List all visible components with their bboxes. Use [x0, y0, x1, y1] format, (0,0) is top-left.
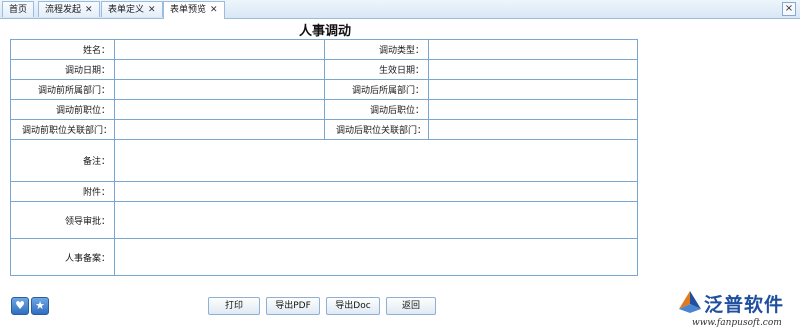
- leader-approval-label: 领导审批：: [10, 201, 115, 239]
- brand-url: www.fanpusoft.com: [692, 318, 782, 328]
- form-row: 人事备案：: [10, 238, 638, 276]
- tab-form-preview[interactable]: 表单预览 ✕: [163, 1, 225, 19]
- export-pdf-button[interactable]: 导出PDF: [266, 297, 320, 315]
- attachment-field[interactable]: [114, 181, 638, 202]
- tab-label: 表单预览: [170, 5, 207, 15]
- brand-name: 泛普软件: [704, 294, 785, 316]
- back-button[interactable]: 返回: [386, 297, 436, 315]
- effective-date-field[interactable]: [428, 59, 638, 80]
- transfer-type-label: 调动类型：: [324, 39, 429, 60]
- form-title: 人事调动: [298, 24, 351, 39]
- brand-logo: 泛普软件 www.fanpusoft.com: [672, 287, 798, 333]
- hr-record-field[interactable]: [114, 238, 638, 276]
- export-doc-button[interactable]: 导出Doc: [326, 297, 380, 315]
- form-row: 备注：: [10, 139, 638, 182]
- close-icon[interactable]: ✕: [85, 5, 93, 15]
- close-icon[interactable]: ✕: [210, 5, 218, 15]
- effective-date-label: 生效日期：: [324, 59, 429, 80]
- position-before-field[interactable]: [114, 99, 325, 120]
- attachment-label: 附件：: [10, 181, 115, 202]
- remark-label: 备注：: [10, 139, 115, 182]
- position-dept-before-field[interactable]: [114, 119, 325, 140]
- window-close-button[interactable]: ×: [782, 2, 796, 16]
- personnel-transfer-form: 姓名： 调动类型： 调动日期： 生效日期： 调动前所属部门： 调动后所属部门： …: [10, 39, 638, 276]
- close-icon[interactable]: ✕: [148, 5, 156, 15]
- position-dept-after-label: 调动后职位关联部门：: [324, 119, 429, 140]
- transfer-date-field[interactable]: [114, 59, 325, 80]
- position-before-label: 调动前职位：: [10, 99, 115, 120]
- dept-after-field[interactable]: [428, 79, 638, 100]
- print-button[interactable]: 打印: [208, 297, 260, 315]
- tab-label: 表单定义: [108, 5, 145, 15]
- form-row: 领导审批：: [10, 201, 638, 239]
- heart-icon[interactable]: ♥: [11, 297, 29, 315]
- position-after-field[interactable]: [428, 99, 638, 120]
- star-icon[interactable]: ★: [31, 297, 49, 315]
- form-row: 附件：: [10, 181, 638, 202]
- remark-field[interactable]: [114, 139, 638, 182]
- dept-before-field[interactable]: [114, 79, 325, 100]
- name-label: 姓名：: [10, 39, 115, 60]
- tab-label: 首页: [9, 5, 28, 15]
- transfer-type-field[interactable]: [428, 39, 638, 60]
- tab-process-start[interactable]: 流程发起 ✕: [38, 1, 100, 17]
- tab-home[interactable]: 首页: [2, 1, 35, 17]
- position-dept-before-label: 调动前职位关联部门：: [10, 119, 115, 140]
- position-after-label: 调动后职位：: [324, 99, 429, 120]
- form-row: 调动日期： 生效日期：: [10, 59, 638, 80]
- hr-record-label: 人事备案：: [10, 238, 115, 276]
- tab-bar: 首页 流程发起 ✕ 表单定义 ✕ 表单预览 ✕ ×: [0, 0, 800, 19]
- form-row: 调动前职位关联部门： 调动后职位关联部门：: [10, 119, 638, 140]
- tab-label: 流程发起: [45, 5, 82, 15]
- dept-after-label: 调动后所属部门：: [324, 79, 429, 100]
- transfer-date-label: 调动日期：: [10, 59, 115, 80]
- tab-form-definition[interactable]: 表单定义 ✕: [101, 1, 163, 17]
- form-row: 调动前职位： 调动后职位：: [10, 99, 638, 120]
- name-field[interactable]: [114, 39, 325, 60]
- leader-approval-field[interactable]: [114, 201, 638, 239]
- position-dept-after-field[interactable]: [428, 119, 638, 140]
- brand-mark-icon: [679, 291, 701, 313]
- form-row: 姓名： 调动类型：: [10, 39, 638, 60]
- form-row: 调动前所属部门： 调动后所属部门：: [10, 79, 638, 100]
- dept-before-label: 调动前所属部门：: [10, 79, 115, 100]
